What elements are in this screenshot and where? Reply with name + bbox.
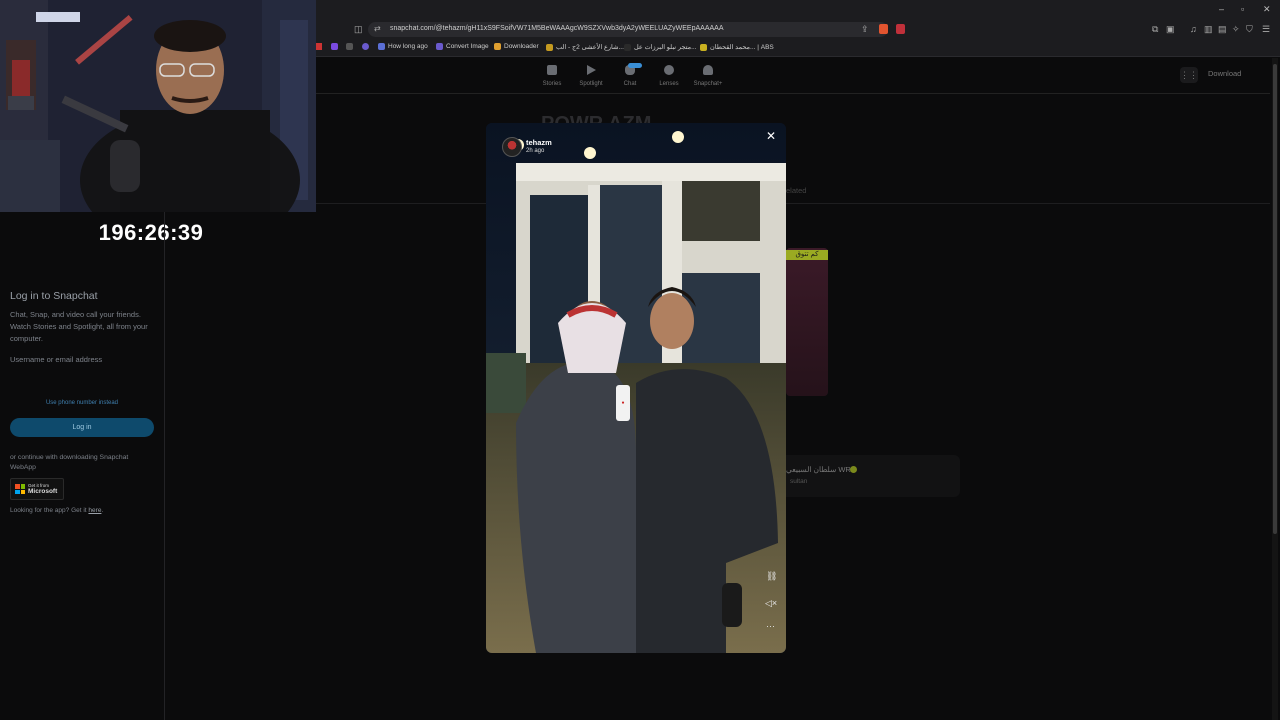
story-viewer[interactable]: ●	[486, 123, 786, 653]
bookmark-favicon[interactable]	[346, 43, 353, 50]
nav-lenses[interactable]: Lenses	[649, 65, 689, 87]
ai-icon[interactable]: ✧	[1232, 24, 1240, 35]
bookmark-favicon	[624, 43, 631, 51]
story-time: 2h ago	[526, 148, 545, 154]
nav-snapchat-plus[interactable]: Snapchat+	[688, 65, 728, 87]
chat-badge	[628, 63, 642, 68]
bookmark-label: محمد القحطان... | ABS	[710, 44, 774, 51]
menu-icon[interactable]: ☰	[1262, 24, 1270, 35]
story-username[interactable]: tehazm	[526, 138, 552, 147]
nav-stories[interactable]: Stories	[532, 65, 572, 87]
nav-label: Stories	[542, 81, 562, 87]
close-icon[interactable]: ✕	[766, 129, 776, 143]
microsoft-logo-icon	[15, 484, 25, 494]
bookmark-label: How long ago	[388, 43, 428, 50]
wallet-icon[interactable]: ▤	[1218, 24, 1227, 35]
related-profile-card[interactable]: سلطان السبيعي WR sultan	[778, 455, 960, 497]
bookmark-favicon[interactable]	[362, 43, 369, 50]
nav-label: Lenses	[659, 81, 679, 87]
url-text[interactable]: snapchat.com/@tehazm/gH11xS9FSoifVW71M5B…	[390, 25, 724, 32]
address-bar-row: ◫ ⇄ snapchat.com/@tehazm/gH11xS9FSoifVW7…	[316, 20, 1280, 40]
story-avatar[interactable]	[502, 137, 522, 157]
download-button[interactable]: Download	[1208, 69, 1241, 78]
screenshot-icon[interactable]: ▣	[1166, 24, 1175, 35]
bookmark-icon[interactable]: ◫	[354, 24, 363, 35]
bookmark-item[interactable]: شارع الأعشى 2ج - الب...	[546, 43, 624, 51]
webcam-feed	[0, 0, 316, 212]
spotlight-icon	[586, 65, 596, 75]
divider	[316, 203, 1270, 204]
bookmark-label: Downloader	[504, 43, 539, 50]
bookmark-item[interactable]: Convert Image	[436, 43, 489, 50]
bookmark-item[interactable]: محمد القحطان... | ABS	[700, 43, 774, 51]
related-thumbnail[interactable]: كم تتوق	[786, 248, 828, 396]
nav-label: Chat	[623, 81, 637, 87]
microsoft-store-badge[interactable]: Get it from Microsoft	[10, 478, 64, 500]
bookmark-favicon	[700, 43, 707, 51]
more-icon[interactable]: ···	[766, 621, 775, 631]
tab-related[interactable]: elated	[786, 186, 806, 195]
login-title: Log in to Snapchat	[10, 290, 98, 302]
webcam-overlay	[0, 0, 316, 212]
ms-badge-big: Microsoft	[28, 488, 58, 495]
nav-label: Snapchat+	[693, 81, 723, 87]
bookmark-favicon[interactable]	[316, 43, 322, 50]
phone-number-link[interactable]: Use phone number instead	[10, 400, 154, 406]
extensions-icon[interactable]: ⧉	[1152, 24, 1158, 35]
sidebar-icon[interactable]: ▥	[1204, 24, 1213, 35]
svg-text:●: ●	[621, 400, 624, 406]
share-icon[interactable]: ⇪	[861, 24, 869, 35]
close-window-button[interactable]: ✕	[1263, 4, 1271, 15]
card-username: sultan	[790, 478, 808, 485]
maximize-button[interactable]: ▫	[1241, 4, 1244, 14]
username-field[interactable]	[10, 368, 154, 390]
footer-link[interactable]: here	[88, 507, 101, 514]
bookmark-label: متجر نبلو البرزات عل...	[634, 44, 697, 51]
bookmark-label: Convert Image	[446, 43, 489, 50]
browser-titlebar: – ▫ ✕	[316, 0, 1280, 20]
card-name: سلطان السبيعي WR	[786, 465, 851, 474]
ghost-icon	[703, 65, 713, 75]
bookmark-item[interactable]: Downloader	[494, 43, 539, 50]
minimize-button[interactable]: –	[1219, 4, 1224, 14]
site-info-icon[interactable]: ⇄	[374, 24, 381, 33]
nav-spotlight[interactable]: Spotlight	[571, 65, 611, 87]
download-webapp-text: or continue with downloading Snapchat We…	[10, 454, 129, 471]
nav-label: Spotlight	[579, 81, 603, 87]
mute-icon[interactable]: ◁×	[765, 598, 777, 609]
bookmark-favicon	[436, 43, 443, 50]
divider	[316, 93, 1270, 94]
brave-shield-icon[interactable]	[879, 24, 888, 34]
lenses-icon	[664, 65, 674, 75]
bookmark-item[interactable]: How long ago	[378, 43, 428, 50]
verified-icon	[850, 466, 857, 473]
media-icon[interactable]: ♫	[1190, 24, 1197, 34]
bookmark-item[interactable]: متجر نبلو البرزات عل...	[624, 43, 697, 51]
footer-text: Looking for the app? Get it	[10, 507, 87, 514]
thumbnail-caption: كم تتوق	[786, 250, 828, 260]
vpn-icon[interactable]: ⛉	[1246, 24, 1253, 35]
login-button[interactable]: Log in	[10, 418, 154, 437]
bookmark-favicon[interactable]	[331, 43, 338, 50]
bookmark-favicon	[378, 43, 385, 50]
rewards-icon[interactable]	[896, 24, 905, 34]
apps-grid-icon[interactable]: ⋮⋮	[1180, 67, 1198, 83]
stories-icon	[547, 65, 557, 75]
bookmark-favicon	[494, 43, 501, 50]
nav-chat[interactable]: Chat	[610, 65, 650, 87]
bookmark-label: شارع الأعشى 2ج - الب...	[556, 44, 624, 51]
scrollbar-thumb[interactable]	[1273, 64, 1277, 534]
scrollbar[interactable]	[1272, 58, 1278, 720]
username-label: Username or email address	[10, 355, 103, 364]
story-image: ●	[486, 123, 786, 653]
login-subtitle: Chat, Snap, and video call your friends.…	[10, 310, 148, 343]
bookmark-favicon	[546, 43, 553, 51]
link-icon[interactable]: ⛓	[766, 571, 777, 582]
app-footer: Looking for the app? Get it here.	[10, 507, 104, 514]
